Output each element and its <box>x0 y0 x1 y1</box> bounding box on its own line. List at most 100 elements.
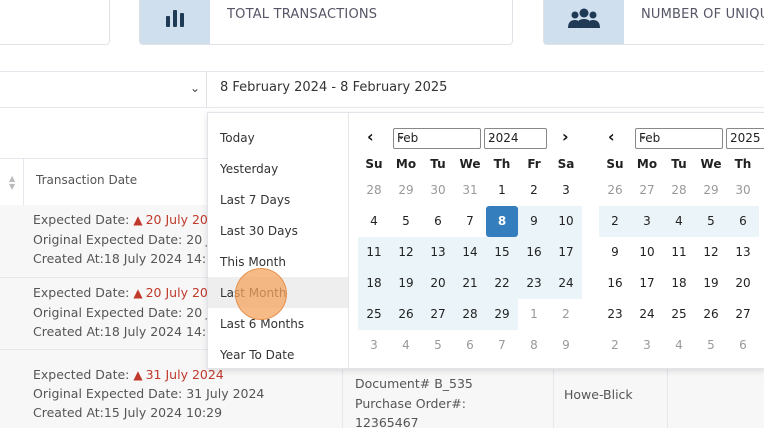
calendar-day[interactable]: 18 <box>358 268 390 299</box>
created-at: Created At:18 July 2024 14:01 <box>33 324 223 339</box>
calendar-day[interactable]: 3 <box>631 206 663 237</box>
calendar-day[interactable]: 2 <box>518 175 550 206</box>
filter-select[interactable]: ⌄ <box>0 72 207 107</box>
range-last-7-days[interactable]: Last 7 Days <box>208 184 348 215</box>
sort-column[interactable]: ▲ ▼ <box>0 159 24 205</box>
calendar-day[interactable]: 4 <box>358 206 390 237</box>
bar-chart-icon-box <box>140 0 210 44</box>
calendar-day[interactable]: 11 <box>358 237 390 268</box>
preset-ranges: Today Yesterday Last 7 Days Last 30 Days… <box>208 113 349 368</box>
calendar-day[interactable]: 12 <box>695 237 727 268</box>
calendar-day[interactable]: 19 <box>695 268 727 299</box>
calendar-day[interactable]: 26 <box>599 175 631 206</box>
calendar-day[interactable]: 16 <box>599 268 631 299</box>
calendar-day[interactable]: 23 <box>518 268 550 299</box>
calendar-day[interactable]: 1 <box>486 175 518 206</box>
month-select-right[interactable]: Feb ⌄ <box>635 128 723 149</box>
range-yesterday[interactable]: Yesterday <box>208 153 348 184</box>
calendar-day[interactable]: 17 <box>631 268 663 299</box>
bar-chart-icon <box>166 9 184 27</box>
calendar-day[interactable]: 20 <box>422 268 454 299</box>
calendar-day[interactable]: 27 <box>727 299 759 330</box>
created-at: Created At:15 July 2024 10:29 <box>33 405 223 420</box>
calendar-day[interactable]: 11 <box>663 237 695 268</box>
calendar-day[interactable]: 2 <box>599 206 631 237</box>
calendar-day[interactable]: 14 <box>454 237 486 268</box>
calendar-day[interactable]: 23 <box>599 299 631 330</box>
calendar-day[interactable]: 24 <box>550 268 582 299</box>
range-last-30-days[interactable]: Last 30 Days <box>208 215 348 246</box>
calendar-day[interactable]: 1 <box>518 299 550 330</box>
calendar-day[interactable]: 6 <box>727 330 759 361</box>
calendar-day[interactable]: 2 <box>599 330 631 361</box>
calendar-day[interactable]: 28 <box>454 299 486 330</box>
calendar-day[interactable]: 3 <box>631 330 663 361</box>
calendar-day[interactable]: 30 <box>727 175 759 206</box>
calendar-day[interactable]: 9 <box>599 237 631 268</box>
calendar-day[interactable]: 9 <box>550 330 582 361</box>
calendar-day[interactable]: 29 <box>486 299 518 330</box>
calendar-day[interactable]: 28 <box>358 175 390 206</box>
calendar-day[interactable]: 21 <box>454 268 486 299</box>
range-year-to-date[interactable]: Year To Date <box>208 339 348 370</box>
calendar-day[interactable]: 20 <box>727 268 759 299</box>
year-select-left[interactable]: 2024 ⌄ <box>484 128 547 149</box>
calendar-day[interactable]: 5 <box>695 330 727 361</box>
calendar-day[interactable]: 15 <box>486 237 518 268</box>
calendar-day[interactable]: 3 <box>358 330 390 361</box>
calendar-day[interactable]: 31 <box>454 175 486 206</box>
warning-icon: ▲ <box>133 368 143 382</box>
calendar-day[interactable]: 5 <box>422 330 454 361</box>
calendar-day[interactable]: 26 <box>390 299 422 330</box>
chevron-right-icon[interactable]: › <box>562 127 569 146</box>
calendar-day[interactable]: 19 <box>390 268 422 299</box>
calendar-day[interactable]: 6 <box>454 330 486 361</box>
calendar-day[interactable]: 18 <box>663 268 695 299</box>
calendar-day[interactable]: 8 <box>486 206 518 237</box>
calendar-day[interactable]: 5 <box>695 206 727 237</box>
calendar-day[interactable]: 13 <box>422 237 454 268</box>
calendar-day[interactable]: 13 <box>727 237 759 268</box>
calendar-day[interactable]: 9 <box>518 206 550 237</box>
range-this-month[interactable]: This Month <box>208 246 348 277</box>
calendar-day[interactable]: 25 <box>663 299 695 330</box>
calendar-day[interactable]: 4 <box>663 330 695 361</box>
calendar-day[interactable]: 8 <box>518 330 550 361</box>
calendar-day[interactable]: 10 <box>550 206 582 237</box>
chevron-left-icon[interactable]: ‹ <box>367 127 374 146</box>
calendar-day[interactable]: 27 <box>422 299 454 330</box>
calendar-day[interactable]: 30 <box>422 175 454 206</box>
weekday-header: Fr <box>527 157 541 171</box>
calendar-day[interactable]: 17 <box>550 237 582 268</box>
expected-date-label: Expected Date: <box>33 285 130 300</box>
calendar-day[interactable]: 4 <box>390 330 422 361</box>
calendar-day[interactable]: 7 <box>486 330 518 361</box>
month-select-left[interactable]: Feb ⌄ <box>393 128 481 149</box>
column-transaction-date[interactable]: Transaction Date <box>36 173 137 187</box>
range-today[interactable]: Today <box>208 122 348 153</box>
calendar-day[interactable]: 4 <box>663 206 695 237</box>
weekday-header: Sa <box>557 157 575 171</box>
calendar-day[interactable]: 29 <box>695 175 727 206</box>
calendar-day[interactable]: 26 <box>695 299 727 330</box>
total-transactions-card: TOTAL TRANSACTIONS <box>139 0 513 45</box>
calendar-day[interactable]: 28 <box>663 175 695 206</box>
calendar-day[interactable]: 27 <box>631 175 663 206</box>
calendar-day[interactable]: 25 <box>358 299 390 330</box>
expected-date-label: Expected Date: <box>33 367 130 382</box>
date-range-input[interactable]: 8 February 2024 - 8 February 2025 <box>207 72 764 107</box>
calendar-day[interactable]: 22 <box>486 268 518 299</box>
calendar-day[interactable]: 12 <box>390 237 422 268</box>
year-select-right[interactable]: 2025 <box>726 128 764 149</box>
calendar-day[interactable]: 16 <box>518 237 550 268</box>
calendar-day[interactable]: 29 <box>390 175 422 206</box>
chevron-left-icon[interactable]: ‹ <box>608 127 615 146</box>
calendar-day[interactable]: 7 <box>454 206 486 237</box>
calendar-day[interactable]: 3 <box>550 175 582 206</box>
calendar-day[interactable]: 5 <box>390 206 422 237</box>
calendar-day[interactable]: 24 <box>631 299 663 330</box>
calendar-day[interactable]: 6 <box>727 206 759 237</box>
calendar-day[interactable]: 10 <box>631 237 663 268</box>
calendar-day[interactable]: 6 <box>422 206 454 237</box>
calendar-day[interactable]: 2 <box>550 299 582 330</box>
